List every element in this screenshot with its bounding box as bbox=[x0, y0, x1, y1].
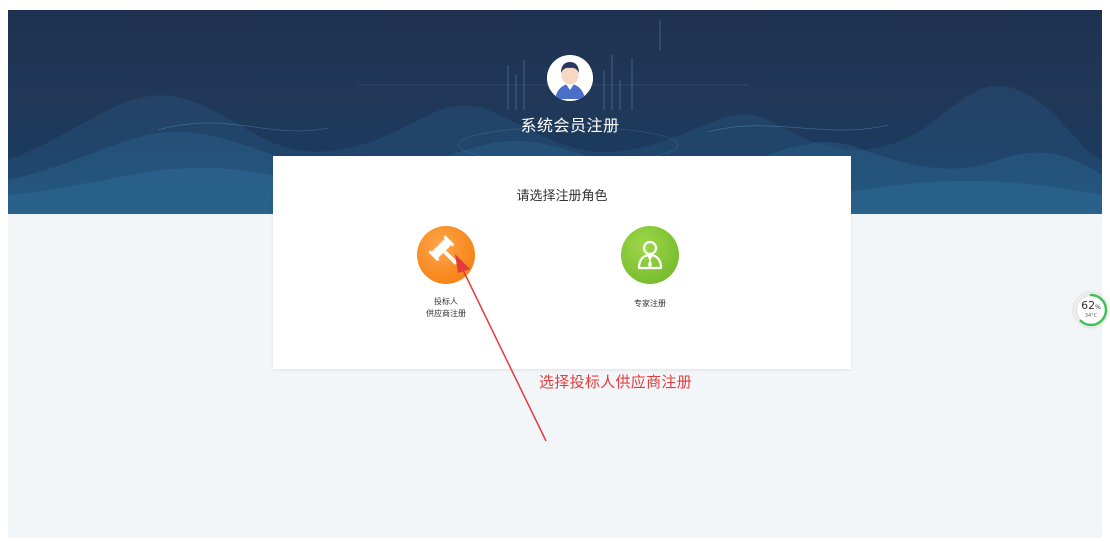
expert-label[interactable]: 专家注册 bbox=[590, 298, 710, 310]
avatar bbox=[547, 55, 593, 101]
page-title: 系统会员注册 bbox=[520, 116, 620, 135]
perf-value: 62% bbox=[1074, 300, 1108, 314]
expert-register-option[interactable]: 专家注册 bbox=[590, 226, 710, 310]
expert-person-icon bbox=[637, 240, 663, 270]
perf-unit: % bbox=[1095, 304, 1101, 311]
perf-temperature: 34°C bbox=[1084, 313, 1098, 319]
annotation-text: 选择投标人供应商注册 bbox=[539, 373, 693, 391]
user-avatar-icon bbox=[547, 55, 593, 101]
perf-number: 62 bbox=[1081, 299, 1096, 312]
bidder-icon-circle[interactable] bbox=[417, 226, 475, 284]
bidder-label-line2: 供应商注册 bbox=[426, 309, 466, 318]
expert-icon-circle[interactable] bbox=[621, 226, 679, 284]
performance-widget[interactable]: 62% 34°C bbox=[1074, 293, 1108, 327]
bidder-label[interactable]: 投标人 供应商注册 bbox=[386, 296, 506, 320]
card-title: 请选择注册角色 bbox=[516, 189, 608, 204]
role-selection-card: 请选择注册角色 投标人 供应商注册 专家注册 bbox=[273, 156, 851, 369]
gavel-icon bbox=[428, 235, 458, 265]
bidder-supplier-register-option[interactable]: 投标人 供应商注册 bbox=[386, 226, 506, 320]
registration-page: 系统会员注册 请选择注册角色 投标人 供应商注册 专家注册 选择投标人供应商注册… bbox=[0, 0, 1110, 541]
bidder-label-line1: 投标人 bbox=[434, 297, 458, 306]
